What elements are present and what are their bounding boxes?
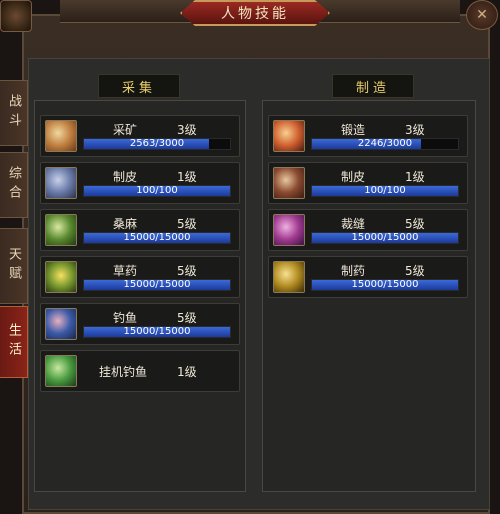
skill-progress-bar: 15000/15000 [83, 232, 231, 244]
skill-name: 锻造 [341, 123, 366, 137]
progress-text: 100/100 [364, 185, 406, 196]
idle-fishing-icon [45, 355, 77, 387]
skill-progress-bar: 15000/15000 [311, 232, 459, 244]
skill-progress-bar: 15000/15000 [83, 326, 231, 338]
skill-level: 5级 [177, 311, 197, 325]
skill-name: 制皮 [341, 170, 366, 184]
skill-row[interactable]: 桑麻 5级 15000/15000 [40, 209, 240, 251]
skill-progress-bar: 15000/15000 [311, 279, 459, 291]
tab-label: 战斗 [6, 94, 21, 132]
tailoring-icon [273, 214, 305, 246]
skill-row[interactable]: 制皮 1级 100/100 [40, 162, 240, 204]
fishing-rod-icon [45, 308, 77, 340]
skill-level: 5级 [177, 264, 197, 278]
skill-row[interactable]: 制药 5级 15000/15000 [268, 256, 468, 298]
skill-name: 裁缝 [341, 217, 366, 231]
skill-row[interactable]: 草药 5级 15000/15000 [40, 256, 240, 298]
skill-name: 草药 [113, 264, 138, 278]
skill-progress-bar: 2246/3000 [311, 138, 459, 150]
pickaxe-icon [45, 120, 77, 152]
skill-name: 挂机钓鱼 [99, 365, 148, 379]
skill-level: 3级 [405, 123, 425, 137]
progress-text: 2246/3000 [357, 138, 413, 149]
skill-level: 5级 [177, 217, 197, 231]
skill-level: 1级 [177, 170, 197, 184]
herb-flower-icon [45, 261, 77, 293]
progress-text: 15000/15000 [123, 279, 191, 290]
tab-talent[interactable]: 天赋 [0, 228, 28, 304]
skill-name: 制药 [341, 264, 366, 278]
tab-life[interactable]: 生活 [0, 306, 28, 378]
gather-header: 采集 [98, 74, 180, 98]
progress-text: 15000/15000 [351, 232, 419, 243]
tab-label: 综合 [6, 166, 21, 204]
skill-level: 5级 [405, 264, 425, 278]
window-title: 人物技能 [180, 0, 330, 26]
progress-text: 15000/15000 [123, 326, 191, 337]
progress-text: 15000/15000 [351, 279, 419, 290]
skill-level: 5级 [405, 217, 425, 231]
skill-row[interactable]: 制皮 1级 100/100 [268, 162, 468, 204]
progress-text: 2563/3000 [129, 138, 185, 149]
skill-progress-bar: 100/100 [311, 185, 459, 197]
leatherworking-icon [273, 167, 305, 199]
tab-label: 天赋 [6, 247, 21, 285]
close-icon: ✕ [476, 7, 488, 23]
skill-progress-bar: 15000/15000 [83, 279, 231, 291]
skill-name: 制皮 [113, 170, 138, 184]
tab-label: 生活 [6, 323, 21, 361]
skill-progress-bar: 100/100 [83, 185, 231, 197]
progress-text: 100/100 [136, 185, 178, 196]
skill-name: 采矿 [113, 123, 138, 137]
skill-row[interactable]: 挂机钓鱼 1级 [40, 350, 240, 392]
craft-header: 制造 [332, 74, 414, 98]
skill-level: 1级 [177, 365, 197, 379]
skill-name: 桑麻 [113, 217, 138, 231]
close-button[interactable]: ✕ [466, 0, 498, 30]
skill-row[interactable]: 采矿 3级 2563/3000 [40, 115, 240, 157]
skill-level: 3级 [177, 123, 197, 137]
corner-ornament-left [0, 0, 32, 32]
tab-general[interactable]: 综合 [0, 152, 28, 218]
anvil-hammer-icon [273, 120, 305, 152]
skill-row[interactable]: 裁缝 5级 15000/15000 [268, 209, 468, 251]
mulberry-leaf-icon [45, 214, 77, 246]
skill-row[interactable]: 锻造 3级 2246/3000 [268, 115, 468, 157]
skill-level: 1级 [405, 170, 425, 184]
skill-progress-bar: 2563/3000 [83, 138, 231, 150]
alchemy-cauldron-icon [273, 261, 305, 293]
progress-text: 15000/15000 [123, 232, 191, 243]
tab-combat[interactable]: 战斗 [0, 80, 28, 146]
skill-row[interactable]: 钓鱼 5级 15000/15000 [40, 303, 240, 345]
skill-name: 钓鱼 [113, 311, 138, 325]
skinning-knife-icon [45, 167, 77, 199]
